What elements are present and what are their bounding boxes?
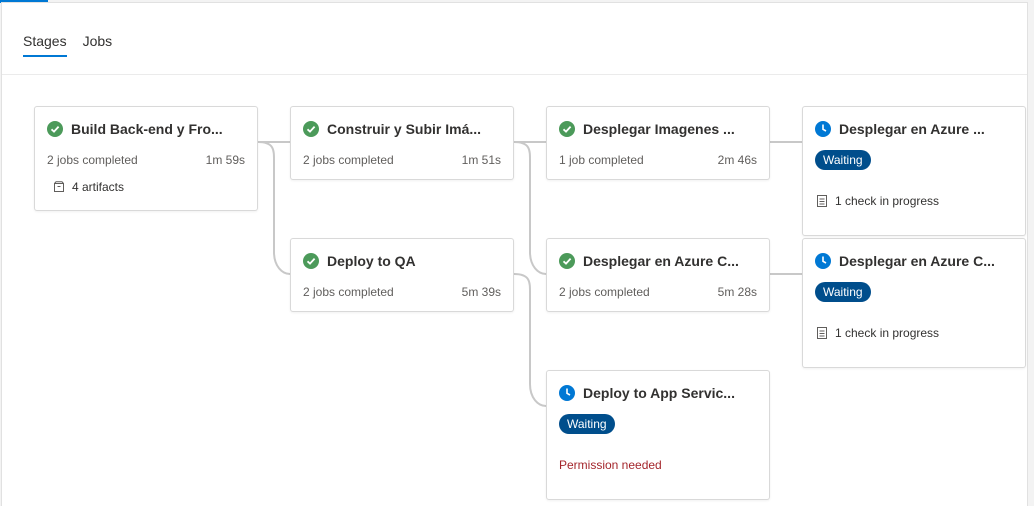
permission-needed-link[interactable]: Permission needed	[559, 458, 662, 472]
status-badge: Waiting	[815, 150, 871, 170]
checklist-icon	[817, 327, 827, 339]
artifacts-link[interactable]: 4 artifacts	[53, 180, 124, 194]
checks-label: 1 check in progress	[835, 326, 940, 340]
duration: 5m 39s	[461, 285, 501, 299]
checks-label: 1 check in progress	[835, 194, 940, 208]
tab-jobs[interactable]: Jobs	[83, 3, 113, 75]
checks-status[interactable]: 1 check in progress	[817, 326, 939, 340]
stage-title: Deploy to App Servic...	[583, 385, 735, 401]
checklist-icon	[817, 195, 827, 207]
duration: 2m 46s	[717, 153, 757, 167]
checks-status[interactable]: 1 check in progress	[817, 194, 939, 208]
stage-card[interactable]: Desplegar en Azure ... Waiting 1 check i…	[802, 106, 1026, 236]
check-circle-icon	[47, 121, 63, 137]
jobs-summary: 2 jobs completed	[559, 285, 650, 299]
jobs-summary: 2 jobs completed	[47, 153, 138, 167]
artifacts-count: 4 artifacts	[72, 180, 125, 194]
clock-icon	[559, 385, 575, 401]
duration: 5m 28s	[717, 285, 757, 299]
check-circle-icon	[559, 253, 575, 269]
status-badge: Waiting	[559, 414, 615, 434]
stage-card[interactable]: Desplegar en Azure C... Waiting 1 check …	[802, 238, 1026, 368]
stage-title: Desplegar en Azure C...	[839, 253, 995, 269]
stage-card[interactable]: Desplegar en Azure C... 2 jobs completed…	[546, 238, 770, 312]
stage-card[interactable]: Desplegar Imagenes ... 1 job completed 2…	[546, 106, 770, 180]
stage-title: Desplegar en Azure C...	[583, 253, 739, 269]
tab-bar: Stages Jobs	[23, 3, 112, 75]
artifact-icon	[54, 181, 64, 192]
stage-title: Build Back-end y Fro...	[71, 121, 223, 137]
check-circle-icon	[559, 121, 575, 137]
clock-icon	[815, 253, 831, 269]
stage-card[interactable]: Construir y Subir Imá... 2 jobs complete…	[290, 106, 514, 180]
tab-divider	[2, 74, 1027, 75]
duration: 1m 51s	[461, 153, 501, 167]
clock-icon	[815, 121, 831, 137]
stage-card[interactable]: Deploy to App Servic... Waiting Permissi…	[546, 370, 770, 500]
check-circle-icon	[303, 253, 319, 269]
tab-stages[interactable]: Stages	[23, 3, 67, 75]
stage-title: Deploy to QA	[327, 253, 416, 269]
check-circle-icon	[303, 121, 319, 137]
stage-card[interactable]: Build Back-end y Fro... 2 jobs completed…	[34, 106, 258, 211]
status-badge: Waiting	[815, 282, 871, 302]
duration: 1m 59s	[205, 153, 245, 167]
stage-title: Desplegar Imagenes ...	[583, 121, 735, 137]
jobs-summary: 2 jobs completed	[303, 285, 394, 299]
stage-card[interactable]: Deploy to QA 2 jobs completed 5m 39s	[290, 238, 514, 312]
stage-title: Desplegar en Azure ...	[839, 121, 985, 137]
jobs-summary: 1 job completed	[559, 153, 644, 167]
jobs-summary: 2 jobs completed	[303, 153, 394, 167]
stage-title: Construir y Subir Imá...	[327, 121, 482, 137]
